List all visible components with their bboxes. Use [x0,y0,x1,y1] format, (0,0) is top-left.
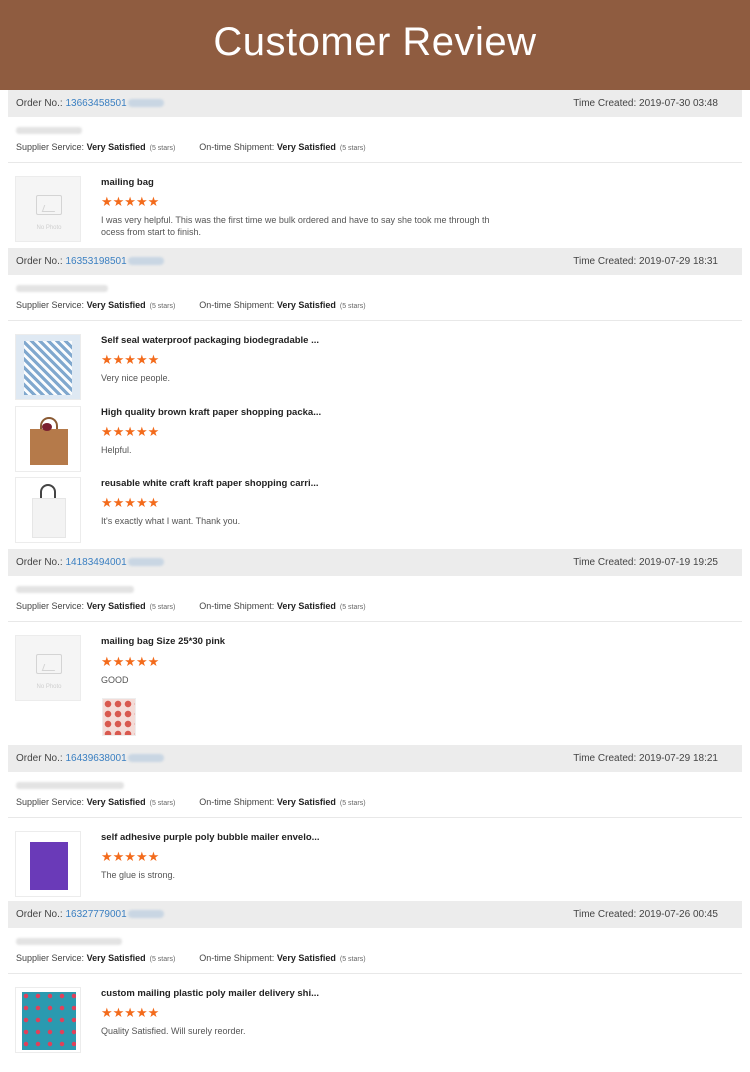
product-title[interactable]: High quality brown kraft paper shopping … [101,407,321,418]
order-ratings: Supplier Service: Very Satisfied (5 stars… [16,953,366,963]
order-header: Order No.: 16327779001 Time Created: 201… [8,901,742,928]
review-comment: It's exactly what I want. Thank you. [101,516,241,526]
order-header: Order No.: 16439638001 Time Created: 201… [8,745,742,772]
product-title[interactable]: Self seal waterproof packaging biodegrad… [101,335,319,346]
review-comment: I was very helpful. This was the first t… [101,215,490,237]
review-comment: Helpful. [101,445,132,455]
star-rating: ★★★★★ [101,1005,160,1020]
product-title[interactable]: mailing bag [101,177,154,188]
star-rating: ★★★★★ [101,495,160,510]
divider [8,621,742,622]
order-ratings: Supplier Service: Very Satisfied (5 stars… [16,300,366,310]
page-title: Customer Review [213,20,537,64]
image-placeholder-icon [36,654,62,674]
order-ratings: Supplier Service: Very Satisfied (5 stars… [16,797,366,807]
order-number-link[interactable]: 16327779001 [65,909,126,920]
product-title[interactable]: reusable white craft kraft paper shoppin… [101,478,319,489]
star-rating: ★★★★★ [101,352,160,367]
buyer-company-blurred [16,782,124,789]
order-ratings: Supplier Service: Very Satisfied (5 stars… [16,601,366,611]
order-time: Time Created: 2019-07-19 19:25 [573,557,718,568]
review-comment: GOOD [101,675,129,685]
order-time: Time Created: 2019-07-30 03:48 [573,98,718,109]
star-rating: ★★★★★ [101,654,160,669]
product-image-placeholder[interactable]: No Photo [15,635,81,701]
order-time: Time Created: 2019-07-26 00:45 [573,909,718,920]
order-ratings: Supplier Service: Very Satisfied (5 stars… [16,142,366,152]
order-time: Time Created: 2019-07-29 18:31 [573,256,718,267]
order-number-link[interactable]: 16353198501 [65,256,126,267]
divider [8,320,742,321]
order-number: Order No.: 16327779001 [16,909,164,920]
product-image[interactable] [15,334,81,400]
order-time: Time Created: 2019-07-29 18:21 [573,753,718,764]
review-comment: Very nice people. [101,373,171,383]
header-banner: Customer Review [0,0,750,90]
divider [8,817,742,818]
order-number-link[interactable]: 14183494001 [65,557,126,568]
order-number-link[interactable]: 13663458501 [65,98,126,109]
order-number: Order No.: 16439638001 [16,753,164,764]
product-title[interactable]: custom mailing plastic poly mailer deliv… [101,988,319,999]
buyer-company-blurred [16,586,134,593]
order-header: Order No.: 16353198501 Time Created: 201… [8,248,742,275]
product-image[interactable] [15,406,81,472]
product-image-placeholder[interactable]: No Photo [15,176,81,242]
order-header: Order No.: 13663458501 Time Created: 201… [8,90,742,117]
product-title[interactable]: self adhesive purple poly bubble mailer … [101,832,320,843]
review-comment: The glue is strong. [101,870,176,880]
buyer-company-blurred [16,285,108,292]
product-image[interactable] [15,831,81,897]
image-placeholder-icon [36,195,62,215]
order-number: Order No.: 13663458501 [16,98,164,109]
product-image[interactable] [15,477,81,543]
buyer-company-blurred [16,127,82,134]
product-title[interactable]: mailing bag Size 25*30 pink [101,636,225,647]
order-header: Order No.: 14183494001 Time Created: 201… [8,549,742,576]
star-rating: ★★★★★ [101,194,160,209]
star-rating: ★★★★★ [101,424,160,439]
review-photo[interactable] [102,698,136,736]
divider [8,973,742,974]
star-rating: ★★★★★ [101,849,160,864]
review-comment: Quality Satisfied. Will surely reorder. [101,1026,246,1036]
divider [8,162,742,163]
product-image[interactable] [15,987,81,1053]
order-number: Order No.: 16353198501 [16,256,164,267]
buyer-company-blurred [16,938,122,945]
order-number-link[interactable]: 16439638001 [65,753,126,764]
order-number: Order No.: 14183494001 [16,557,164,568]
